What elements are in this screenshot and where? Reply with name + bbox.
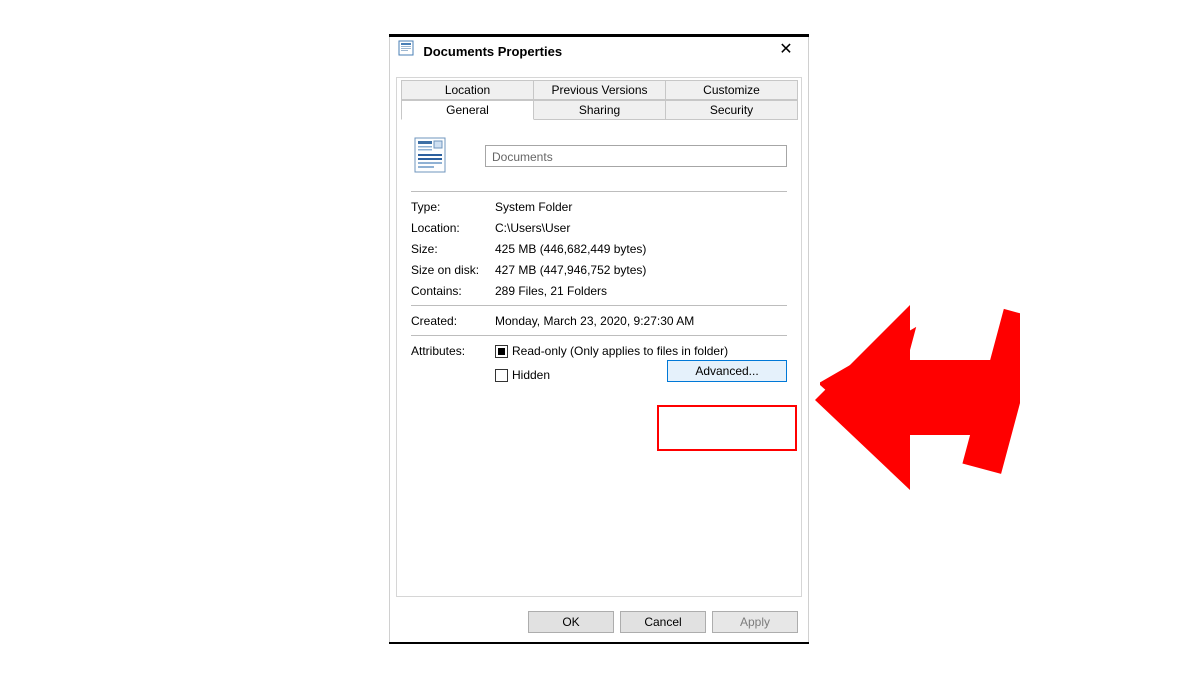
size-on-disk-value: 427 MB (447,946,752 bytes) [495, 263, 787, 277]
type-label: Type: [411, 200, 495, 214]
dialog-button-row: OK Cancel Apply [528, 611, 798, 633]
folder-large-icon [411, 134, 485, 177]
close-icon: ✕ [779, 41, 792, 58]
cancel-button[interactable]: Cancel [620, 611, 706, 633]
annotation-arrow-icon [815, 285, 1025, 495]
readonly-checkbox[interactable] [495, 345, 508, 358]
annotation-highlight-box [657, 405, 797, 451]
separator [411, 305, 787, 306]
tab-sharing[interactable]: Sharing [533, 100, 666, 120]
tab-strip: Location Previous Versions Customize Gen… [397, 78, 801, 120]
size-label: Size: [411, 242, 495, 256]
tab-previous-versions[interactable]: Previous Versions [533, 80, 666, 100]
hidden-checkbox[interactable] [495, 369, 508, 382]
client-area: Location Previous Versions Customize Gen… [396, 77, 802, 597]
tab-customize[interactable]: Customize [665, 80, 798, 100]
annotation-arrow-icon [820, 290, 1020, 493]
hidden-label: Hidden [512, 368, 550, 382]
folder-name-input[interactable]: Documents [485, 145, 787, 167]
size-value: 425 MB (446,682,449 bytes) [495, 242, 787, 256]
general-panel: Documents Type: System Folder Location: … [411, 128, 787, 590]
ok-button[interactable]: OK [528, 611, 614, 633]
window-bottom-border [389, 642, 809, 644]
folder-properties-icon [398, 36, 414, 68]
separator [411, 335, 787, 336]
tab-location[interactable]: Location [401, 80, 534, 100]
readonly-label: Read-only (Only applies to files in fold… [512, 344, 728, 358]
close-button[interactable]: ✕ [764, 35, 808, 65]
properties-window: Documents Properties ✕ Location Previous… [389, 34, 809, 644]
tab-security[interactable]: Security [665, 100, 798, 120]
advanced-button[interactable]: Advanced... [667, 360, 787, 382]
created-value: Monday, March 23, 2020, 9:27:30 AM [495, 314, 787, 328]
apply-button: Apply [712, 611, 798, 633]
type-value: System Folder [495, 200, 787, 214]
location-value: C:\Users\User [495, 221, 787, 235]
created-label: Created: [411, 314, 495, 328]
contains-label: Contains: [411, 284, 495, 298]
titlebar: Documents Properties ✕ [390, 35, 808, 67]
location-label: Location: [411, 221, 495, 235]
size-on-disk-label: Size on disk: [411, 263, 495, 277]
separator [411, 191, 787, 192]
window-title: Documents Properties [423, 44, 562, 59]
attributes-label: Attributes: [411, 344, 495, 382]
tab-general[interactable]: General [401, 100, 534, 120]
contains-value: 289 Files, 21 Folders [495, 284, 787, 298]
